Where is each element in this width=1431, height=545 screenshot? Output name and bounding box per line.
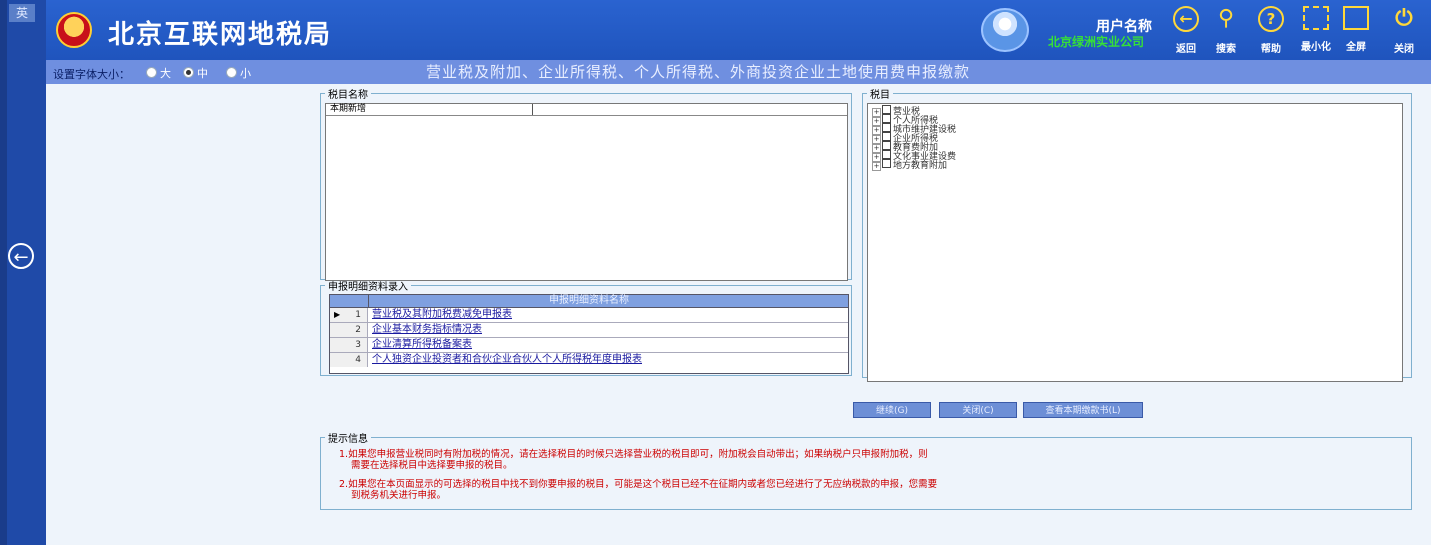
fullscreen-button[interactable]: 全屏 — [1336, 6, 1376, 53]
sub-header: 设置字体大小： 大 中 小 营业税及附加、企业所得税、个人所得税、外商投资企业土… — [46, 60, 1431, 84]
tax-name-legend: 税目名称 — [328, 90, 368, 101]
search-button[interactable]: ⚲ 搜索 — [1206, 6, 1246, 55]
tax-item-legend: 税目 — [870, 90, 890, 101]
fullscreen-icon — [1343, 6, 1369, 30]
power-icon: ⏻ — [1395, 6, 1413, 31]
table-row[interactable]: 3 企业清算所得税备案表 — [330, 338, 848, 353]
tax-item-tree: + 营业税 + 个人所得税 + 城市维护建设税 + 企业所得税 + 教育费附加 + 文化事业… — [867, 103, 1403, 382]
tips-legend: 提示信息 — [328, 434, 368, 445]
main-content: 税目名称 本期新增 申报明细资料录入 申报明细资料名称 ▶ 1 营业税及其附加税费… — [46, 84, 1431, 545]
site-title: 北京互联网地税局 — [108, 20, 333, 50]
tax-name-list[interactable]: 本期新增 — [325, 103, 848, 281]
checkbox[interactable] — [882, 105, 891, 114]
detail-link[interactable]: 企业基本财务指标情况表 — [372, 323, 482, 337]
detail-entry-panel: 申报明细资料录入 申报明细资料名称 ▶ 1 营业税及其附加税费减免申报表 2 企业… — [320, 278, 852, 376]
table-row[interactable]: 4 个人独资企业投资者和合伙企业合伙人个人所得税年度申报表 — [330, 353, 848, 367]
left-edge-bar — [0, 0, 7, 545]
view-payment-button[interactable]: 查看本期缴款书(L) — [1023, 402, 1143, 418]
detail-grid-header: 申报明细资料名称 — [330, 295, 848, 308]
font-size-medium-radio[interactable]: 中 — [183, 65, 208, 81]
tip-2: 2.如果您在本页面显示的可选择的税目中找不到你要申报的税目，可能是这个税目已经不… — [339, 479, 938, 501]
back-circle-icon: ← — [1173, 6, 1199, 32]
tree-item[interactable]: + 个人所得税 — [868, 114, 1402, 126]
tax-emblem-logo — [56, 12, 92, 48]
minimize-button[interactable]: 最小化 — [1296, 6, 1336, 53]
language-toggle[interactable]: 英 — [9, 4, 35, 22]
left-sidebar: 英 ← — [7, 0, 46, 545]
close-button[interactable]: ⏻ 关闭 — [1384, 6, 1424, 55]
detail-entry-legend: 申报明细资料录入 — [328, 282, 408, 293]
checkbox[interactable] — [882, 150, 891, 159]
page-title: 营业税及附加、企业所得税、个人所得税、外商投资企业土地使用费申报缴款 — [426, 63, 971, 81]
tree-item[interactable]: + 城市维护建设税 — [868, 123, 1402, 135]
font-size-label: 设置字体大小： — [53, 68, 130, 81]
font-size-small-radio[interactable]: 小 — [226, 65, 251, 81]
back-button[interactable]: ← 返回 — [1166, 6, 1206, 55]
tax-name-panel: 税目名称 本期新增 — [320, 86, 852, 281]
tip-1: 1.如果您申报营业税同时有附加税的情况，请在选择税目的时候只选择营业税的税目即可… — [339, 449, 928, 471]
collapse-arrow-icon[interactable]: ← — [8, 243, 34, 269]
checkbox[interactable] — [882, 141, 891, 150]
detail-link[interactable]: 营业税及其附加税费减免申报表 — [372, 308, 512, 322]
checkbox[interactable] — [882, 159, 891, 168]
table-row[interactable]: 2 企业基本财务指标情况表 — [330, 323, 848, 338]
continue-button[interactable]: 继续(G) — [853, 402, 931, 418]
top-header: 北京互联网地税局 用户名称 北京绿洲实业公司 ← 返回 ⚲ 搜索 ? 帮助 最小… — [46, 0, 1431, 60]
checkbox[interactable] — [882, 114, 891, 123]
user-company: 北京绿洲实业公司 — [1048, 35, 1145, 49]
search-icon: ⚲ — [1217, 6, 1235, 31]
help-button[interactable]: ? 帮助 — [1251, 6, 1291, 55]
tax-name-header: 本期新增 — [326, 104, 847, 116]
user-avatar-icon — [981, 8, 1029, 52]
detail-link[interactable]: 个人独资企业投资者和合伙企业合伙人个人所得税年度申报表 — [372, 353, 642, 367]
table-row[interactable]: ▶ 1 营业税及其附加税费减免申报表 — [330, 308, 848, 323]
minimize-icon — [1303, 6, 1329, 30]
expand-icon: + — [872, 162, 881, 171]
tips-panel: 提示信息 1.如果您申报营业税同时有附加税的情况，请在选择税目的时候只选择营业税… — [320, 430, 1412, 510]
detail-link[interactable]: 企业清算所得税备案表 — [372, 338, 472, 352]
checkbox[interactable] — [882, 123, 891, 132]
tree-item[interactable]: + 文化事业建设费 — [868, 150, 1402, 162]
close-dialog-button[interactable]: 关闭(C) — [939, 402, 1017, 418]
help-icon: ? — [1258, 6, 1284, 32]
tree-item[interactable]: + 教育费附加 — [868, 141, 1402, 153]
font-size-large-radio[interactable]: 大 — [146, 65, 171, 81]
checkbox[interactable] — [882, 132, 891, 141]
tree-item[interactable]: + 营业税 — [868, 105, 1402, 117]
detail-grid: 申报明细资料名称 ▶ 1 营业税及其附加税费减免申报表 2 企业基本财务指标情况表… — [329, 294, 849, 374]
tax-item-panel: 税目 + 营业税 + 个人所得税 + 城市维护建设税 + 企业所得税 + 教育费附加 + 文… — [862, 86, 1412, 382]
